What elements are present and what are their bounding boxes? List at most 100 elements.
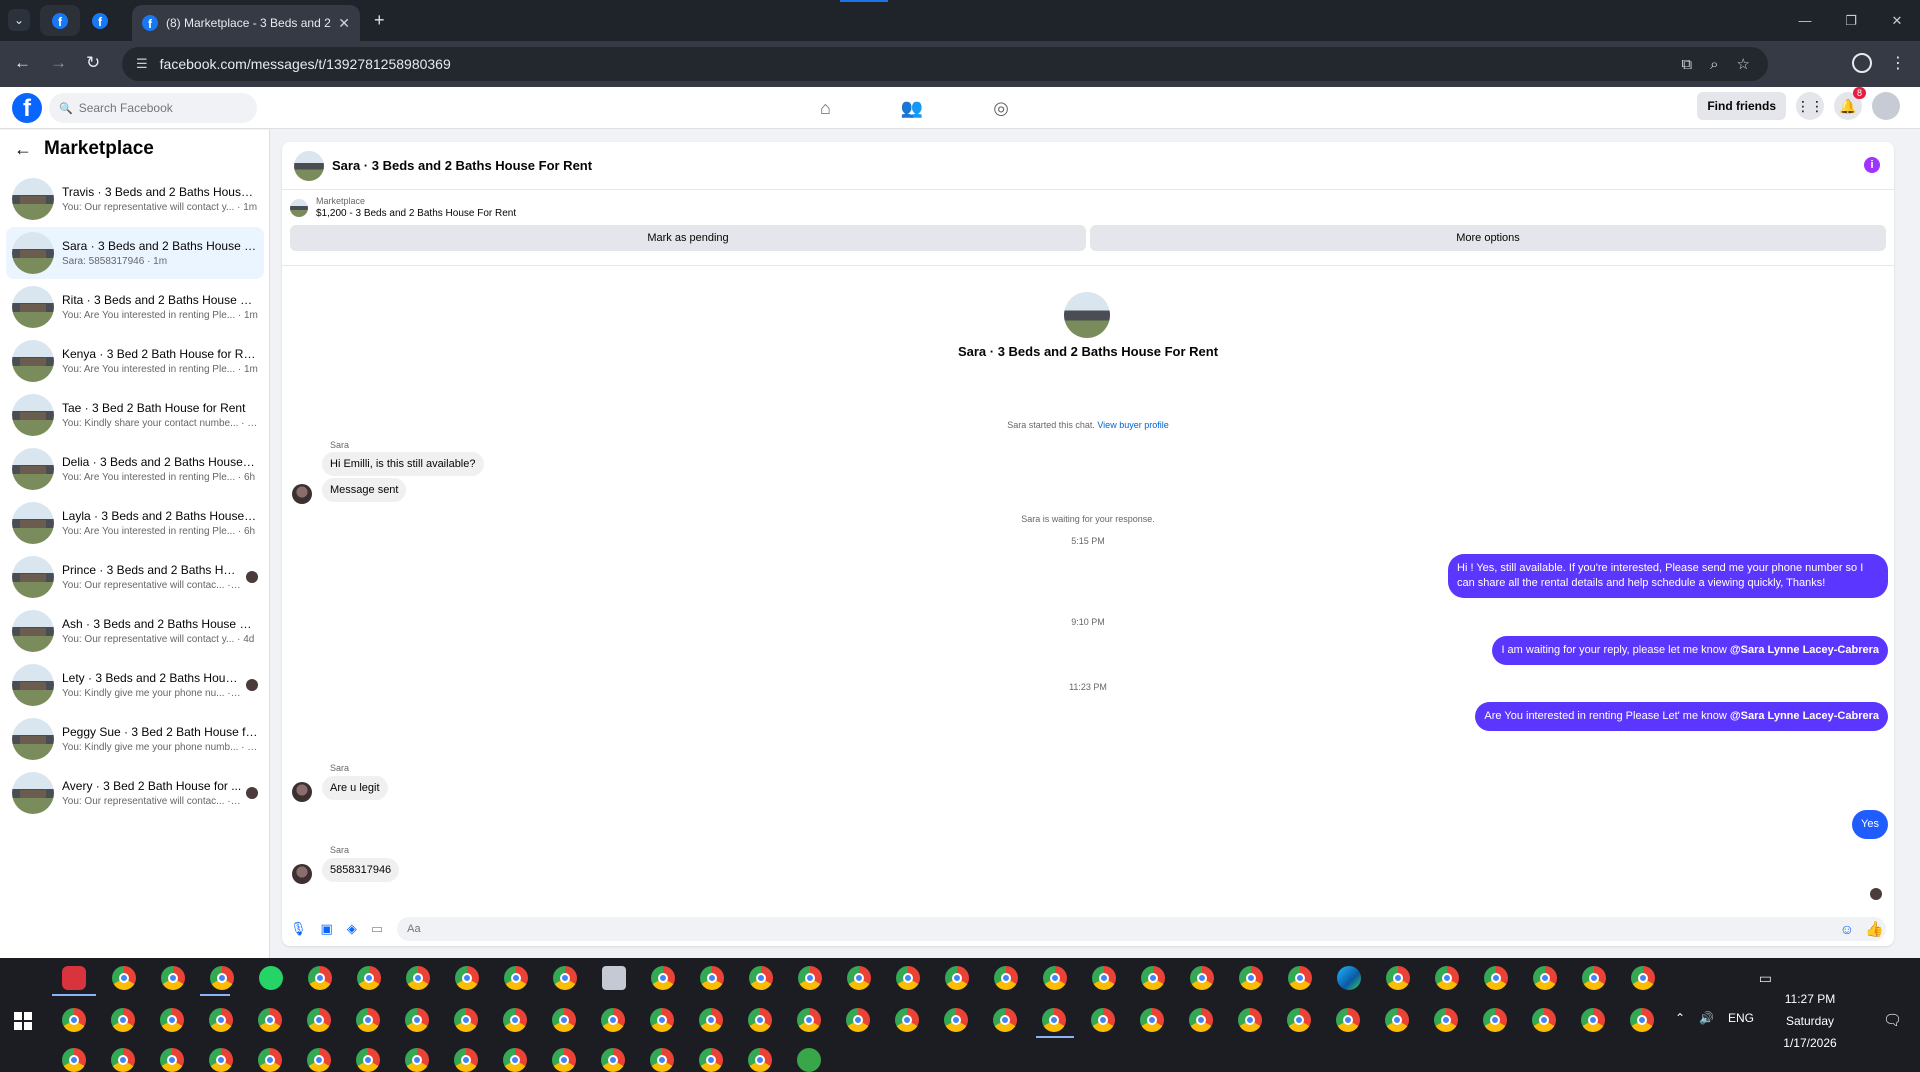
- chrome-icon[interactable]: [1091, 1008, 1115, 1032]
- chrome-icon[interactable]: [111, 1048, 135, 1072]
- profile-icon[interactable]: [1852, 53, 1872, 73]
- site-info-icon[interactable]: ☰: [136, 56, 148, 72]
- chrome-icon[interactable]: [210, 966, 234, 990]
- photo-icon[interactable]: ▣: [321, 921, 333, 937]
- chrome-icon[interactable]: [356, 1008, 380, 1032]
- new-tab-icon[interactable]: +: [374, 10, 385, 31]
- chrome-icon[interactable]: [1435, 966, 1459, 990]
- minimize-icon[interactable]: —: [1782, 0, 1828, 41]
- chrome-icon[interactable]: [1190, 966, 1214, 990]
- chrome-icon[interactable]: [1630, 1008, 1654, 1032]
- close-window-icon[interactable]: ✕: [1874, 0, 1920, 41]
- sender-avatar[interactable]: [292, 484, 312, 504]
- microphone-icon[interactable]: 🎙: [290, 921, 307, 937]
- chrome-icon[interactable]: [62, 1008, 86, 1032]
- browser-tab-marketplace[interactable]: f (8) Marketplace - 3 Beds and 2 ✕: [132, 5, 360, 41]
- conversation-item[interactable]: Kenya · 3 Bed 2 Bath House for Rent You: …: [6, 335, 264, 387]
- chrome-icon[interactable]: [651, 966, 675, 990]
- listing-thumbnail[interactable]: [294, 150, 324, 181]
- chrome-icon[interactable]: [1189, 1008, 1213, 1032]
- tab-search-icon[interactable]: ⌄: [8, 9, 30, 31]
- chrome-icon[interactable]: [994, 966, 1018, 990]
- chrome-icon[interactable]: [601, 1008, 625, 1032]
- conversation-item[interactable]: Layla · 3 Beds and 2 Baths House F... You…: [6, 497, 264, 549]
- emoji-icon[interactable]: ☺: [1840, 921, 1854, 937]
- chrome-icon[interactable]: [1582, 966, 1606, 990]
- chrome-icon[interactable]: [601, 1048, 625, 1072]
- message-incoming[interactable]: Message sent: [322, 478, 407, 502]
- notifications-bell-icon[interactable]: 🔔 8: [1834, 87, 1866, 120]
- groups-icon[interactable]: ◎: [993, 98, 1009, 119]
- chrome-icon[interactable]: [308, 966, 332, 990]
- chrome-icon[interactable]: [1140, 1008, 1164, 1032]
- chrome-icon[interactable]: [846, 1008, 870, 1032]
- chrome-icon[interactable]: [945, 966, 969, 990]
- install-app-icon[interactable]: ⧉: [1681, 56, 1692, 73]
- chrome-icon[interactable]: [1483, 1008, 1507, 1032]
- chrome-icon[interactable]: [1631, 966, 1655, 990]
- message-input[interactable]: [397, 917, 1886, 941]
- sender-avatar[interactable]: [292, 782, 312, 802]
- chrome-icon[interactable]: [112, 966, 136, 990]
- chrome-icon[interactable]: [552, 1008, 576, 1032]
- conversation-item[interactable]: Rita · 3 Beds and 2 Baths House Fo... You…: [6, 281, 264, 333]
- facebook-search[interactable]: 🔍: [49, 93, 257, 123]
- windows-start-icon[interactable]: [14, 1012, 32, 1030]
- mark-as-pending-button[interactable]: Mark as pending: [290, 225, 1086, 251]
- mention-tag[interactable]: @Sara Lynne Lacey-Cabrera: [1730, 710, 1879, 722]
- chrome-icon[interactable]: [650, 1008, 674, 1032]
- chrome-icon[interactable]: [699, 1048, 723, 1072]
- chrome-icon[interactable]: [454, 1048, 478, 1072]
- volume-icon[interactable]: 🔊: [1699, 1011, 1714, 1025]
- chrome-icon[interactable]: [1288, 966, 1312, 990]
- chrome-icon[interactable]: [895, 1008, 919, 1032]
- chrome-icon[interactable]: [1092, 966, 1116, 990]
- zoom-icon[interactable]: ⌕: [1710, 56, 1718, 73]
- chrome-icon[interactable]: [455, 966, 479, 990]
- bookmark-star-icon[interactable]: ☆: [1737, 55, 1750, 73]
- chrome-icon[interactable]: [798, 966, 822, 990]
- conversation-item[interactable]: Tae · 3 Bed 2 Bath House for Rent You: Ki…: [6, 389, 264, 441]
- conversation-item[interactable]: Ash · 3 Beds and 2 Baths House Fo... You:…: [6, 605, 264, 657]
- chrome-icon[interactable]: [553, 966, 577, 990]
- pinned-tab-facebook-1[interactable]: f: [40, 5, 80, 36]
- utorrent-icon[interactable]: [797, 1048, 821, 1072]
- chrome-icon[interactable]: [307, 1048, 331, 1072]
- chrome-icon[interactable]: [1484, 966, 1508, 990]
- facebook-logo-icon[interactable]: f: [12, 93, 42, 123]
- chrome-icon[interactable]: [1043, 966, 1067, 990]
- chrome-icon[interactable]: [62, 1048, 86, 1072]
- chrome-icon[interactable]: [749, 966, 773, 990]
- chrome-icon[interactable]: [209, 1008, 233, 1032]
- pinned-tab-facebook-2[interactable]: f: [80, 5, 120, 36]
- more-options-button[interactable]: More options: [1090, 225, 1886, 251]
- chrome-icon[interactable]: [699, 1008, 723, 1032]
- chrome-icon[interactable]: [944, 1008, 968, 1032]
- back-icon[interactable]: ←: [14, 53, 31, 73]
- chrome-icon[interactable]: [405, 1008, 429, 1032]
- chrome-icon[interactable]: [1287, 1008, 1311, 1032]
- chrome-icon[interactable]: [797, 1008, 821, 1032]
- language-indicator[interactable]: ENG: [1728, 1011, 1754, 1025]
- chrome-icon[interactable]: [1141, 966, 1165, 990]
- message-outgoing[interactable]: Hi ! Yes, still available. If you're int…: [1448, 554, 1888, 598]
- chrome-icon[interactable]: [748, 1008, 772, 1032]
- message-outgoing[interactable]: Are You interested in renting Please Let…: [1475, 702, 1888, 731]
- forward-icon[interactable]: →: [50, 53, 67, 73]
- conversation-item[interactable]: Sara · 3 Beds and 2 Baths House F... Sara…: [6, 227, 264, 279]
- chrome-icon[interactable]: [1434, 1008, 1458, 1032]
- view-buyer-profile-link[interactable]: View buyer profile: [1097, 420, 1168, 430]
- chrome-icon[interactable]: [1385, 1008, 1409, 1032]
- chrome-icon[interactable]: [405, 1048, 429, 1072]
- chrome-icon[interactable]: [406, 966, 430, 990]
- listing-summary[interactable]: $1,200 - 3 Beds and 2 Baths House For Re…: [316, 208, 516, 219]
- chevron-up-icon[interactable]: ⌃: [1675, 1011, 1685, 1025]
- gif-icon[interactable]: ▭: [371, 921, 383, 937]
- chrome-icon[interactable]: [896, 966, 920, 990]
- mention-tag[interactable]: @Sara Lynne Lacey-Cabrera: [1730, 644, 1879, 656]
- chrome-icon[interactable]: [1386, 966, 1410, 990]
- chrome-icon[interactable]: [454, 1008, 478, 1032]
- chrome-icon[interactable]: [1581, 1008, 1605, 1032]
- chrome-icon[interactable]: [209, 1048, 233, 1072]
- reload-icon[interactable]: ↻: [86, 53, 100, 73]
